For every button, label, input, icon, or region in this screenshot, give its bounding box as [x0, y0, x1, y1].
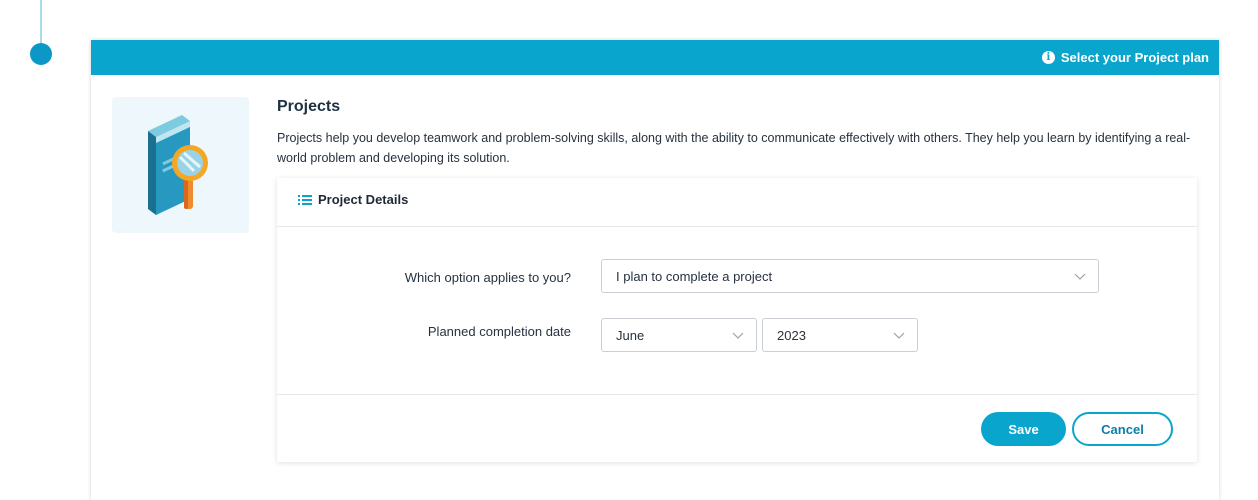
- year-select[interactable]: 2023: [762, 318, 918, 352]
- details-title-label: Project Details: [318, 192, 409, 207]
- month-select[interactable]: June: [601, 318, 757, 352]
- details-title: Project Details: [298, 192, 408, 207]
- year-select-value: 2023: [777, 328, 806, 343]
- chevron-down-icon: [1074, 273, 1086, 280]
- cancel-button[interactable]: Cancel: [1072, 412, 1173, 446]
- save-button[interactable]: Save: [981, 412, 1066, 446]
- option-label: Which option applies to you?: [404, 270, 571, 285]
- month-select-value: June: [616, 328, 645, 343]
- date-label: Planned completion date: [427, 324, 571, 339]
- book-magnifier-icon: [148, 115, 208, 215]
- details-divider: [277, 394, 1197, 395]
- timeline-step-dot: [30, 43, 52, 65]
- list-icon: [298, 194, 312, 205]
- details-header: Project Details: [277, 178, 1197, 227]
- chevron-down-icon: [893, 332, 905, 339]
- section-description: Projects help you develop teamwork and p…: [277, 131, 1191, 165]
- select-plan-header[interactable]: i Select your Project plan: [1041, 40, 1209, 75]
- chevron-down-icon: [732, 332, 744, 339]
- projects-illustration: [112, 97, 249, 233]
- option-select[interactable]: I plan to complete a project: [601, 259, 1099, 293]
- timeline-line: [40, 0, 42, 44]
- info-circle-icon: i: [1041, 51, 1055, 64]
- card-header: i Select your Project plan: [91, 40, 1219, 75]
- section-title: Projects: [277, 98, 341, 115]
- select-plan-label: Select your Project plan: [1060, 50, 1209, 65]
- project-plan-card: i Select your Project plan Projects Proj…: [91, 40, 1219, 500]
- project-details-panel: Project Details Which option applies to …: [277, 178, 1197, 462]
- option-select-value: I plan to complete a project: [616, 269, 773, 284]
